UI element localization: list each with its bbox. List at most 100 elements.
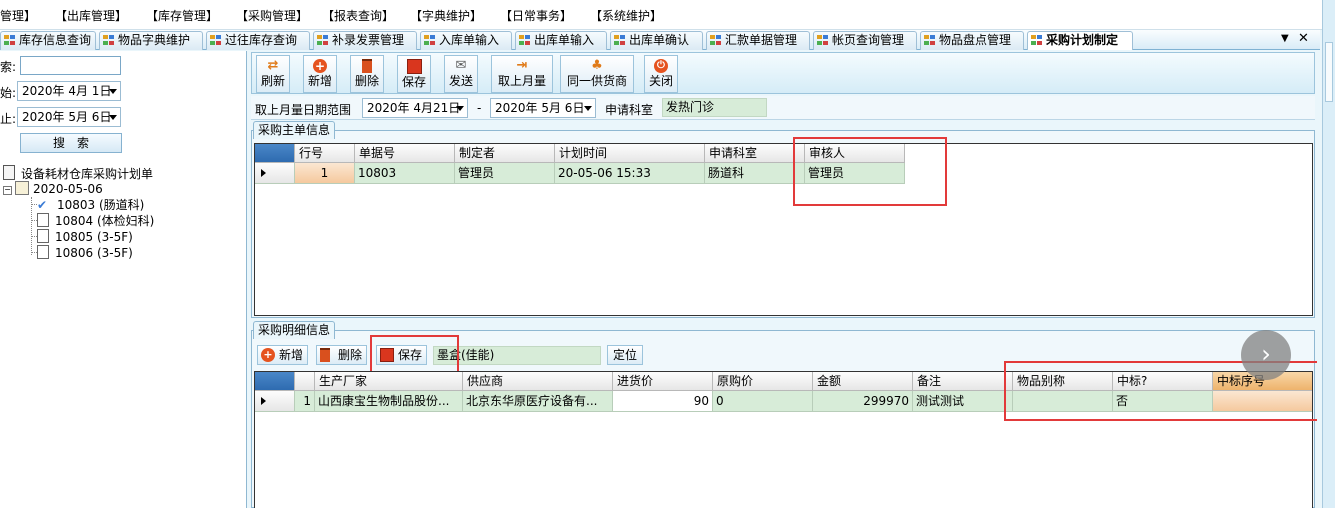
table-cell[interactable]: 山西康宝生物制品股份...: [315, 391, 463, 412]
tab-outbound-confirm[interactable]: 出库单确认: [610, 31, 703, 50]
column-header[interactable]: 生产厂家: [315, 372, 463, 391]
tab-inventory-query[interactable]: 库存信息查询: [0, 31, 96, 50]
tab-invoice[interactable]: 补录发票管理: [313, 31, 417, 50]
menu-item-reports[interactable]: 【报表查询】: [322, 7, 394, 24]
column-header[interactable]: 行号: [295, 144, 355, 163]
row-selector[interactable]: [255, 163, 295, 184]
column-header[interactable]: 物品别称: [1013, 372, 1113, 391]
tree-item[interactable]: ✔ 10803 (肠道科): [31, 197, 144, 213]
range-from-picker[interactable]: 2020年 4月21日: [362, 98, 468, 118]
save-button[interactable]: 保存: [397, 55, 431, 93]
table-cell[interactable]: 管理员: [805, 163, 905, 184]
table-cell[interactable]: 1: [295, 163, 355, 184]
menu-bar: 管理】 【出库管理】 【库存管理】 【采购管理】 【报表查询】 【字典维护】 【…: [0, 0, 1335, 30]
table-cell[interactable]: 10803: [355, 163, 455, 184]
delete-button[interactable]: 删除: [350, 55, 384, 93]
master-grid[interactable]: 行号 单据号 制定者 计划时间 申请科室 审核人 1 10803 管理员 20-…: [254, 143, 1313, 316]
search-button[interactable]: 搜 索: [20, 133, 122, 153]
tree-item[interactable]: 10805 (3-5F): [31, 229, 133, 245]
table-cell[interactable]: 管理员: [455, 163, 555, 184]
tab-inbound-entry[interactable]: 入库单输入: [420, 31, 512, 50]
menu-item-outbound[interactable]: 【出库管理】: [55, 7, 127, 24]
search-input[interactable]: [20, 56, 121, 75]
table-cell[interactable]: 北京东华原医疗设备有...: [463, 391, 613, 412]
refresh-icon: ⇄: [267, 58, 279, 73]
close-tab-icon[interactable]: ✕: [1298, 31, 1309, 46]
tab-stocktake[interactable]: 物品盘点管理: [920, 31, 1024, 50]
column-header[interactable]: 制定者: [455, 144, 555, 163]
detail-add-button[interactable]: + 新增: [257, 345, 309, 365]
menu-item-dictionary[interactable]: 【字典维护】: [410, 7, 482, 24]
tree-node-date[interactable]: −2020-05-06: [3, 181, 103, 197]
tab-purchase-plan[interactable]: 采购计划制定: [1027, 31, 1133, 50]
form-icon: [210, 35, 222, 46]
tab-list-dropdown-icon[interactable]: ▼: [1281, 33, 1289, 44]
table-cell[interactable]: 20-05-06 15:33: [555, 163, 705, 184]
item-field[interactable]: 墨盒(佳能): [433, 346, 601, 365]
end-date-picker[interactable]: 2020年 5月 6日: [17, 107, 121, 127]
notebook-icon: [15, 181, 29, 195]
clipboard-icon: [37, 245, 49, 259]
fetch-last-month-button[interactable]: ⇥ 取上月量: [491, 55, 553, 93]
tree-item[interactable]: 10806 (3-5F): [31, 245, 133, 261]
tree-item[interactable]: 10804 (体检妇科): [31, 213, 154, 229]
table-cell[interactable]: 299970: [813, 391, 913, 412]
collapse-icon[interactable]: −: [3, 186, 12, 195]
menu-item-manage[interactable]: 管理】: [0, 7, 36, 24]
next-arrow-button[interactable]: ›: [1241, 330, 1291, 380]
menu-item-purchase[interactable]: 【采购管理】: [236, 7, 308, 24]
menu-item-daily[interactable]: 【日常事务】: [500, 7, 572, 24]
tab-past-inventory[interactable]: 过往库存查询: [206, 31, 310, 50]
search-label: 索:: [0, 60, 17, 74]
scroll-handle[interactable]: [1325, 42, 1333, 102]
column-header[interactable]: 备注: [913, 372, 1013, 391]
column-header[interactable]: 申请科室: [705, 144, 805, 163]
grid-corner: [255, 144, 295, 163]
detail-toolbar: + 新增 删除 保存 墨盒(佳能) 定位: [254, 343, 1313, 367]
form-icon: [103, 35, 115, 46]
column-header[interactable]: [295, 372, 315, 391]
column-header[interactable]: 金额: [813, 372, 913, 391]
detail-delete-button[interactable]: 删除: [316, 345, 368, 365]
same-supplier-button[interactable]: ♣ 同一供货商: [560, 55, 634, 93]
menu-item-inventory[interactable]: 【库存管理】: [146, 7, 218, 24]
close-button[interactable]: ⏻ 关闭: [644, 55, 678, 93]
table-cell[interactable]: [1213, 391, 1312, 412]
column-header[interactable]: 中标?: [1113, 372, 1213, 391]
menu-item-system[interactable]: 【系统维护】: [590, 7, 662, 24]
table-cell[interactable]: [1013, 391, 1113, 412]
form-icon: [1031, 35, 1043, 46]
tab-item-dictionary[interactable]: 物品字典维护: [99, 31, 203, 50]
add-button[interactable]: + 新增: [303, 55, 337, 93]
trash-icon: [320, 348, 330, 362]
locate-button[interactable]: 定位: [607, 345, 644, 365]
send-button[interactable]: ✉ 发送: [444, 55, 478, 93]
tab-ledger[interactable]: 帐页查询管理: [813, 31, 917, 50]
detail-grid[interactable]: 生产厂家 供应商 进货价 原购价 金额 备注 物品别称 中标? 中标序号 1 山…: [254, 371, 1313, 508]
column-header[interactable]: 供应商: [463, 372, 613, 391]
tree-root[interactable]: 设备耗材仓库采购计划单: [3, 165, 153, 182]
master-group-title: 采购主单信息: [253, 121, 336, 139]
row-pointer-icon: [261, 169, 266, 177]
tab-outbound-entry[interactable]: 出库单输入: [515, 31, 607, 50]
column-header[interactable]: 计划时间: [555, 144, 705, 163]
table-cell[interactable]: 90: [613, 391, 713, 412]
table-cell[interactable]: 肠道科: [705, 163, 805, 184]
table-cell[interactable]: 0: [713, 391, 813, 412]
form-icon: [519, 35, 531, 46]
column-header[interactable]: 原购价: [713, 372, 813, 391]
chevron-down-icon: [109, 89, 117, 94]
start-date-picker[interactable]: 2020年 4月 1日: [17, 81, 121, 101]
refresh-button[interactable]: ⇄ 刷新: [256, 55, 290, 93]
column-header[interactable]: 单据号: [355, 144, 455, 163]
table-cell[interactable]: 测试测试: [913, 391, 1013, 412]
detail-save-button[interactable]: 保存: [376, 345, 428, 365]
table-cell[interactable]: 否: [1113, 391, 1213, 412]
range-to-picker[interactable]: 2020年 5月 6日: [490, 98, 596, 118]
row-selector[interactable]: [255, 391, 295, 412]
dept-field[interactable]: 发热门诊: [662, 98, 767, 117]
tab-remittance[interactable]: 汇款单据管理: [706, 31, 810, 50]
table-cell[interactable]: 1: [295, 391, 315, 412]
column-header[interactable]: 进货价: [613, 372, 713, 391]
column-header[interactable]: 审核人: [805, 144, 905, 163]
